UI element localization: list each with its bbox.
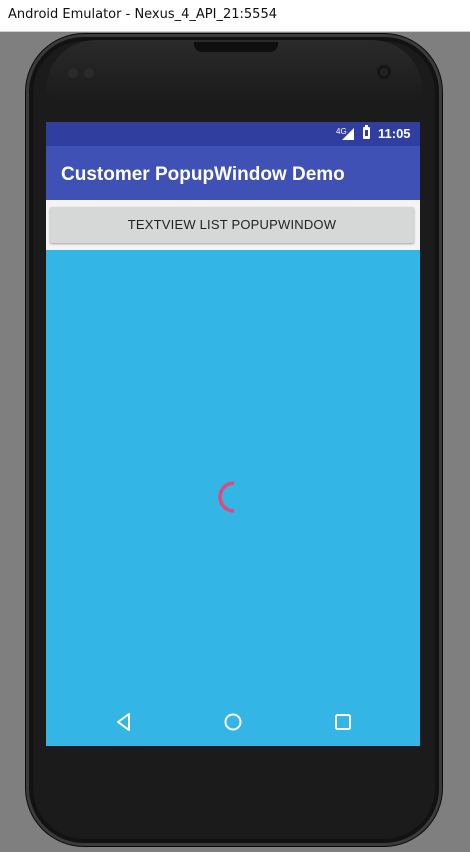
battery-icon [363, 125, 370, 139]
button-container: TEXTVIEW LIST POPUPWINDOW [46, 200, 420, 250]
home-icon[interactable] [221, 710, 245, 734]
textview-list-popupwindow-button[interactable]: TEXTVIEW LIST POPUPWINDOW [50, 207, 414, 243]
app-bar: Customer PopupWindow Demo [46, 146, 420, 200]
front-camera [377, 65, 391, 79]
window-title: Android Emulator - Nexus_4_API_21:5554 [8, 7, 277, 22]
light-sensor [84, 68, 94, 78]
status-time: 11:05 [378, 126, 411, 141]
emulator-title-bar: Android Emulator - Nexus_4_API_21:5554 [0, 0, 470, 32]
loading-spinner-icon [218, 481, 235, 513]
recents-icon[interactable] [331, 710, 355, 734]
earpiece-speaker [194, 42, 278, 52]
device-screen: 4G 11:05 Customer PopupWindow Demo TEXTV… [46, 122, 420, 746]
navigation-bar [46, 698, 420, 746]
signal-icon [342, 128, 354, 140]
app-title: Customer PopupWindow Demo [61, 164, 345, 185]
status-bar: 4G 11:05 [46, 122, 420, 146]
proximity-sensor [68, 68, 78, 78]
back-icon[interactable] [112, 710, 136, 734]
